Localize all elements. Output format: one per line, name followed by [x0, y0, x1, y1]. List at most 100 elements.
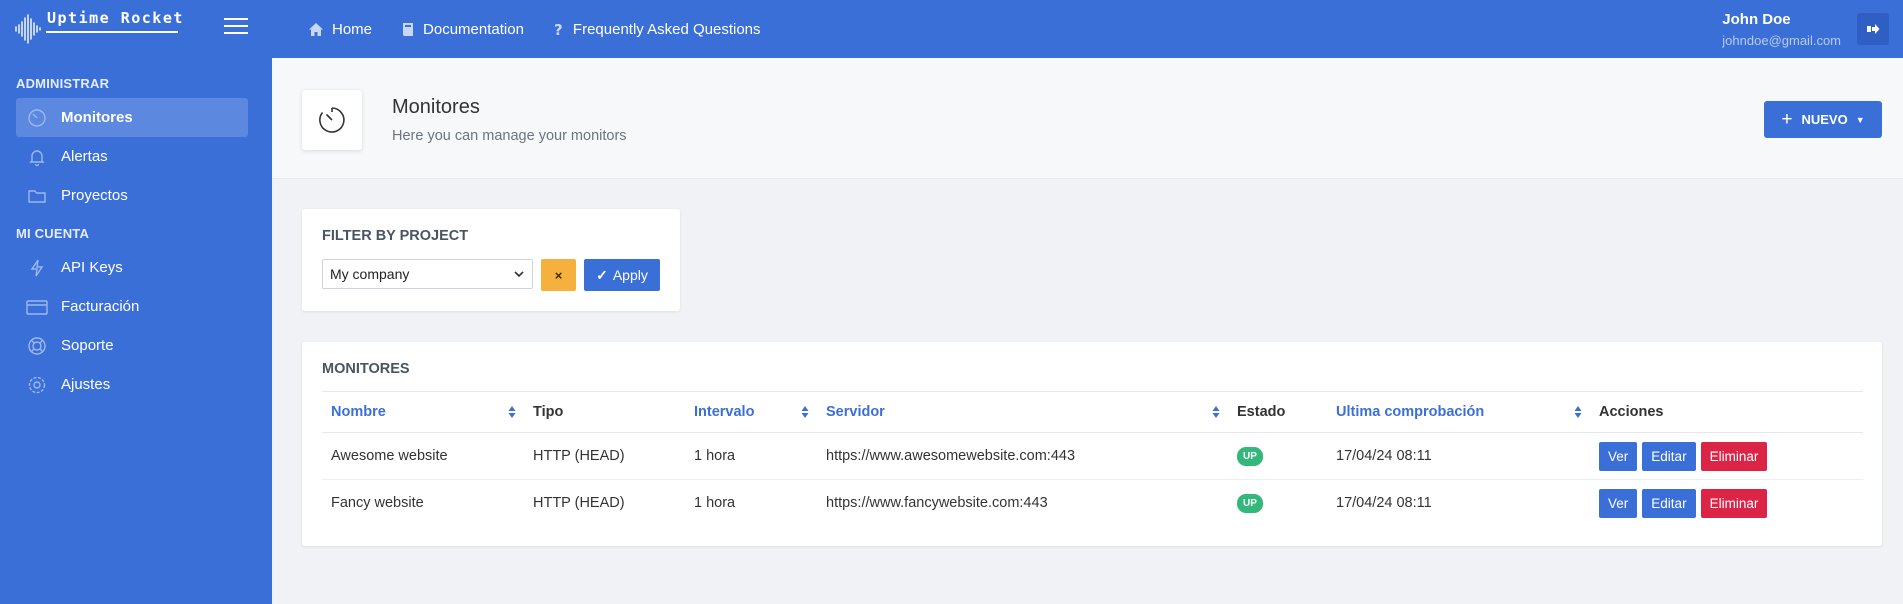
- folder-icon: [26, 185, 48, 207]
- sidebar-item-api-keys[interactable]: API Keys: [16, 248, 248, 287]
- clock-icon: [319, 107, 345, 133]
- cell-type: HTTP (HEAD): [533, 495, 625, 512]
- caret-down-icon: ▼: [1855, 114, 1865, 125]
- cell-status: UP: [1228, 432, 1327, 480]
- col-last-check-header[interactable]: Ultima comprobación: [1327, 391, 1590, 433]
- view-button[interactable]: Ver: [1599, 441, 1638, 471]
- table-row: Fancy website HTTP (HEAD) 1 hora https:/…: [322, 480, 1863, 527]
- delete-button[interactable]: Eliminar: [1700, 441, 1768, 471]
- user-info[interactable]: John Doe johndoe@gmail.com: [1722, 11, 1841, 48]
- cell-last-check: 17/04/24 08:11: [1327, 432, 1590, 480]
- project-select-value: My company: [330, 266, 410, 282]
- sidebar-item-label: Facturación: [61, 298, 140, 315]
- sidebar-item-label: API Keys: [61, 259, 123, 276]
- clock-icon: [26, 107, 48, 129]
- monitors-title: MONITORES: [322, 361, 410, 377]
- svg-text:?: ?: [554, 22, 563, 37]
- filter-title: FILTER BY PROJECT: [322, 228, 469, 244]
- sort-icon: [801, 406, 809, 418]
- close-icon: ×: [554, 267, 563, 283]
- sort-icon: [1212, 406, 1220, 418]
- delete-button[interactable]: Eliminar: [1700, 488, 1768, 518]
- cell-name: Fancy website: [331, 495, 424, 512]
- plus-icon: +: [1781, 108, 1793, 130]
- cell-status: UP: [1228, 480, 1327, 527]
- gear-icon: [26, 374, 48, 396]
- col-name-header[interactable]: Nombre: [322, 391, 524, 433]
- sidebar-item-alertas[interactable]: Alertas: [16, 137, 248, 176]
- cell-type: HTTP (HEAD): [524, 432, 685, 480]
- col-type-header: Tipo: [524, 391, 685, 433]
- nav-label: Documentation: [423, 20, 524, 38]
- edit-button[interactable]: Editar: [1642, 441, 1696, 471]
- sidebar-item-label: Soporte: [61, 337, 114, 354]
- book-icon: [403, 22, 414, 36]
- cell-actions: Ver Editar Eliminar: [1590, 480, 1863, 527]
- header-icon-box: [302, 90, 362, 150]
- page-subtitle: Here you can manage your monitors: [392, 128, 627, 144]
- nav-documentation[interactable]: Documentation: [401, 21, 524, 38]
- sidebar-section-account: MI CUENTA: [16, 226, 90, 241]
- nav-home[interactable]: Home: [308, 21, 372, 38]
- user-email: johndoe@gmail.com: [1722, 33, 1841, 48]
- col-server-header[interactable]: Servidor: [817, 391, 1228, 433]
- sidebar-item-label: Alertas: [61, 148, 108, 165]
- brand-underline: [46, 31, 178, 33]
- lifebuoy-icon: [26, 335, 48, 357]
- apply-label: Apply: [612, 267, 648, 283]
- cell-actions: Ver Editar Eliminar: [1590, 432, 1863, 480]
- sidebar-item-facturacion[interactable]: Facturación: [16, 287, 248, 326]
- home-icon: [309, 22, 323, 36]
- cell-interval: 1 hora: [685, 432, 817, 480]
- edit-button[interactable]: Editar: [1642, 488, 1696, 518]
- sidebar-item-label: Proyectos: [61, 187, 128, 204]
- nav-label: Home: [332, 20, 373, 38]
- check-icon: ✓: [596, 266, 608, 283]
- sign-out-icon: [1867, 24, 1880, 34]
- col-actions-header: Acciones: [1590, 391, 1863, 433]
- menu-toggle-icon[interactable]: [224, 18, 248, 36]
- page-header: Monitores Here you can manage your monit…: [272, 58, 1903, 179]
- sort-icon: [508, 406, 516, 418]
- sidebar-item-label: Ajustes: [61, 376, 111, 393]
- credit-card-icon: [26, 296, 48, 318]
- status-badge: UP: [1237, 493, 1263, 513]
- col-interval-header[interactable]: Intervalo: [685, 391, 817, 433]
- col-status-header: Estado: [1228, 391, 1327, 433]
- table-header-row: Nombre Tipo Intervalo Servidor Estado Ul…: [322, 391, 1863, 433]
- table-row: Awesome website HTTP (HEAD) 1 hora https…: [322, 432, 1863, 480]
- bolt-icon: [26, 257, 48, 279]
- sidebar-item-proyectos[interactable]: Proyectos: [16, 176, 248, 215]
- cell-interval: 1 hora: [694, 495, 736, 512]
- sidebar-item-label: Monitores: [61, 109, 133, 126]
- nav-label: Frequently Asked Questions: [572, 20, 761, 38]
- page-title: Monitores: [392, 96, 480, 118]
- project-select[interactable]: My company: [322, 259, 533, 289]
- bell-icon: [26, 146, 48, 168]
- sidebar-item-monitores[interactable]: Monitores: [16, 98, 248, 137]
- new-button-label: NUEVO: [1801, 112, 1848, 127]
- monitors-table: Nombre Tipo Intervalo Servidor Estado Ul…: [322, 391, 1863, 527]
- apply-filter-button[interactable]: ✓ Apply: [584, 259, 660, 291]
- cell-last-check: 17/04/24 08:11: [1336, 495, 1432, 512]
- sort-icon: [1574, 406, 1582, 418]
- user-name: John Doe: [1722, 11, 1791, 28]
- question-icon: ?: [554, 22, 563, 37]
- sidebar-item-soporte[interactable]: Soporte: [16, 326, 248, 365]
- waveform-logo-icon: [15, 14, 41, 44]
- sidebar-section-admin: ADMINISTRAR: [16, 76, 110, 91]
- filter-card: FILTER BY PROJECT My company × ✓ Apply: [302, 209, 680, 311]
- view-button[interactable]: Ver: [1599, 488, 1638, 518]
- brand[interactable]: Uptime Rocket: [0, 0, 272, 58]
- cell-server: https://www.fancywebsite.com:443: [826, 495, 1048, 512]
- topbar: Home Documentation ? Frequently Asked Qu…: [272, 0, 1903, 58]
- cell-server: https://www.awesomewebsite.com:443: [817, 432, 1228, 480]
- new-button[interactable]: + NUEVO ▼: [1764, 101, 1882, 138]
- sidebar: Uptime Rocket ADMINISTRAR Monitores Aler…: [0, 0, 272, 604]
- nav-faq[interactable]: ? Frequently Asked Questions: [553, 21, 761, 38]
- sidebar-item-ajustes[interactable]: Ajustes: [16, 365, 248, 404]
- status-badge: UP: [1237, 446, 1263, 466]
- logout-button[interactable]: [1857, 13, 1889, 45]
- brand-title: Uptime Rocket: [47, 9, 184, 27]
- clear-filter-button[interactable]: ×: [541, 259, 576, 291]
